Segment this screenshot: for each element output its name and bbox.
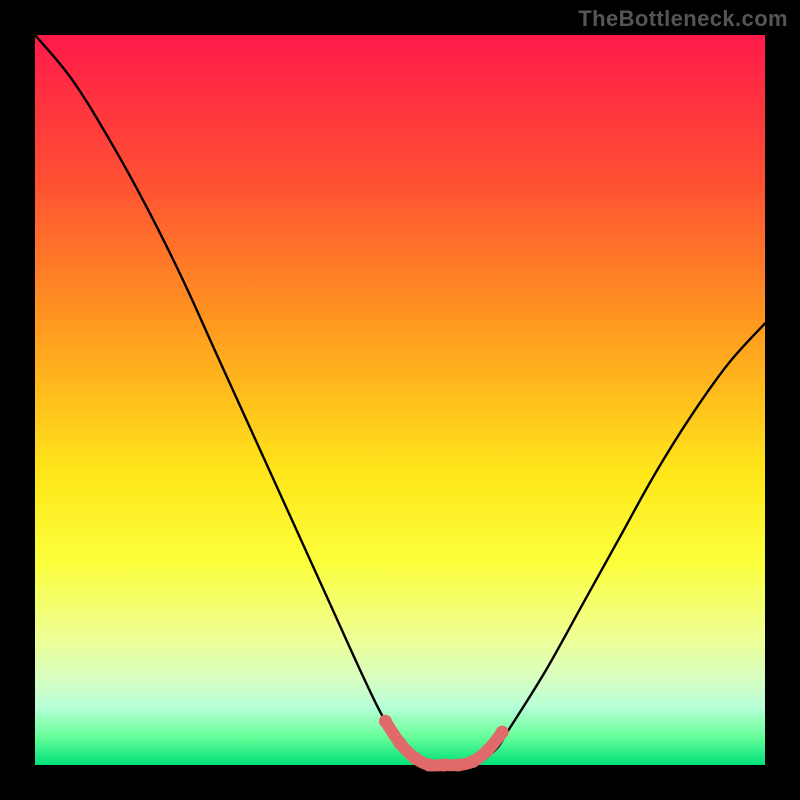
highlight-dot [452,759,465,772]
highlight-dot [394,737,407,750]
chart-canvas [0,0,800,800]
chart-frame: TheBottleneck.com [0,0,800,800]
watermark-text: TheBottleneck.com [578,6,788,32]
highlight-dot [408,751,421,764]
highlight-dot [379,715,392,728]
highlight-dot [437,759,450,772]
highlight-dot [423,759,436,772]
highlight-dot [481,744,494,757]
plot-background [35,35,765,765]
highlight-dot [496,726,509,739]
highlight-dot [467,755,480,768]
